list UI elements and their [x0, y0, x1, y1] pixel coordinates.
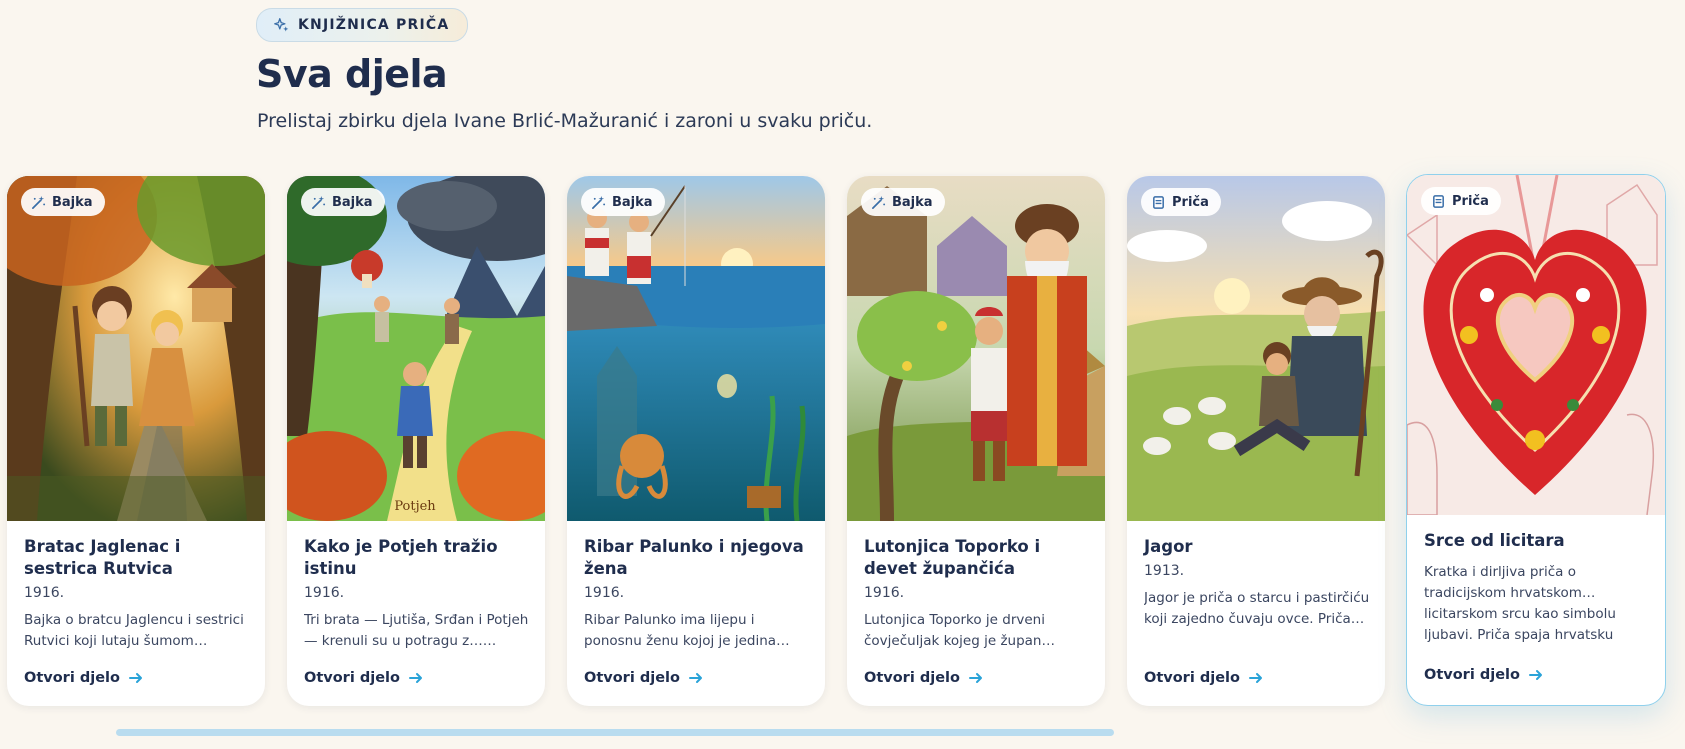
work-year: 1916.: [304, 585, 345, 601]
work-title: Ribar Palunko i njegova žena: [584, 537, 804, 578]
work-card[interactable]: Bajka Ribar Palunko i njegova žena 1916.…: [567, 176, 825, 706]
genre-label: Bajka: [612, 194, 653, 210]
arrow-right-icon: [128, 673, 142, 683]
open-work-label: Otvori djelo: [1144, 670, 1240, 686]
open-work-link[interactable]: Otvori djelo: [584, 670, 704, 686]
eyebrow-label: KNJIŽNICA PRIČA: [298, 17, 450, 33]
page-title: Sva djela: [256, 52, 448, 96]
work-description: Bajka o bratcu Jaglencu i sestrici Rutvi…: [24, 612, 244, 649]
arrow-right-icon: [688, 673, 702, 683]
scroll-icon: [1153, 195, 1164, 209]
genre-badge: Bajka: [301, 188, 385, 216]
cover-image: [1127, 176, 1385, 521]
cover-image: [1407, 175, 1665, 515]
genre-label: Priča: [1452, 193, 1489, 209]
genre-label: Bajka: [892, 194, 933, 210]
work-year: 1913.: [1144, 563, 1185, 579]
genre-badge: Bajka: [21, 188, 105, 216]
cover-image: Potjeh: [287, 176, 545, 521]
genre-label: Bajka: [52, 194, 93, 210]
cover-image: [567, 176, 825, 521]
work-description: Kratka i dirljiva priča o tradicijskom h…: [1424, 564, 1616, 643]
open-work-label: Otvori djelo: [584, 670, 680, 686]
genre-label: Priča: [1172, 194, 1209, 210]
open-work-link[interactable]: Otvori djelo: [1144, 670, 1264, 686]
page-subtitle: Prelistaj zbirku djela Ivane Brlić-Mažur…: [257, 110, 873, 132]
open-work-label: Otvori djelo: [304, 670, 400, 686]
cover-caption: Potjeh: [394, 499, 436, 514]
sparkles-icon: [274, 17, 289, 31]
work-card[interactable]: Potjeh Bajka Kako je Potjeh tražio istin…: [287, 176, 545, 706]
genre-badge: Bajka: [581, 188, 665, 216]
work-description: Lutonjica Toporko je drveni čovječuljak …: [864, 612, 1055, 649]
open-work-label: Otvori djelo: [24, 670, 120, 686]
work-year: 1916.: [864, 585, 905, 601]
magic-wand-icon: [592, 195, 606, 209]
work-description: Jagor je priča o starcu i pastirčiću koj…: [1144, 590, 1370, 627]
work-year: 1916.: [24, 585, 65, 601]
work-title: Srce od licitara: [1424, 531, 1565, 550]
work-card[interactable]: Bajka Bratac Jaglenac i sestrica Rutvica…: [7, 176, 265, 706]
work-year: 1916.: [584, 585, 625, 601]
scroll-icon: [1433, 194, 1444, 208]
work-card[interactable]: Bajka Lutonjica Toporko i devet župančić…: [847, 176, 1105, 706]
work-title: Kako je Potjeh tražio istinu: [304, 537, 498, 578]
work-title: Jagor: [1144, 537, 1193, 556]
work-card[interactable]: Priča Srce od licitara Kratka i dirljiva…: [1406, 174, 1666, 706]
cover-image: [847, 176, 1105, 521]
work-description: Tri brata — Ljutiša, Srđan i Potjeh — kr…: [304, 612, 529, 649]
open-work-label: Otvori djelo: [1424, 667, 1520, 683]
carousel-scrollbar[interactable]: [116, 729, 1114, 736]
arrow-right-icon: [1528, 670, 1542, 680]
open-work-link[interactable]: Otvori djelo: [24, 670, 144, 686]
arrow-right-icon: [1248, 673, 1262, 683]
open-work-link[interactable]: Otvori djelo: [304, 670, 424, 686]
magic-wand-icon: [312, 195, 326, 209]
work-title: Bratac Jaglenac i sestrica Rutvica: [24, 537, 181, 578]
work-title: Lutonjica Toporko i devet župančića: [864, 537, 1041, 578]
genre-badge: Priča: [1141, 188, 1221, 216]
genre-badge: Bajka: [861, 188, 945, 216]
genre-label: Bajka: [332, 194, 373, 210]
works-carousel[interactable]: Bajka Bratac Jaglenac i sestrica Rutvica…: [0, 174, 1685, 708]
open-work-label: Otvori djelo: [864, 670, 960, 686]
arrow-right-icon: [968, 673, 982, 683]
work-card[interactable]: Priča Jagor 1913. Jagor je priča o starc…: [1127, 176, 1385, 706]
arrow-right-icon: [408, 673, 422, 683]
cover-image: [7, 176, 265, 521]
work-description: Ribar Palunko ima lijepu i ponosnu ženu …: [584, 612, 777, 649]
genre-badge: Priča: [1421, 187, 1501, 215]
magic-wand-icon: [872, 195, 886, 209]
magic-wand-icon: [32, 195, 46, 209]
open-work-link[interactable]: Otvori djelo: [1424, 667, 1544, 683]
open-work-link[interactable]: Otvori djelo: [864, 670, 984, 686]
eyebrow-badge: KNJIŽNICA PRIČA: [256, 8, 469, 42]
